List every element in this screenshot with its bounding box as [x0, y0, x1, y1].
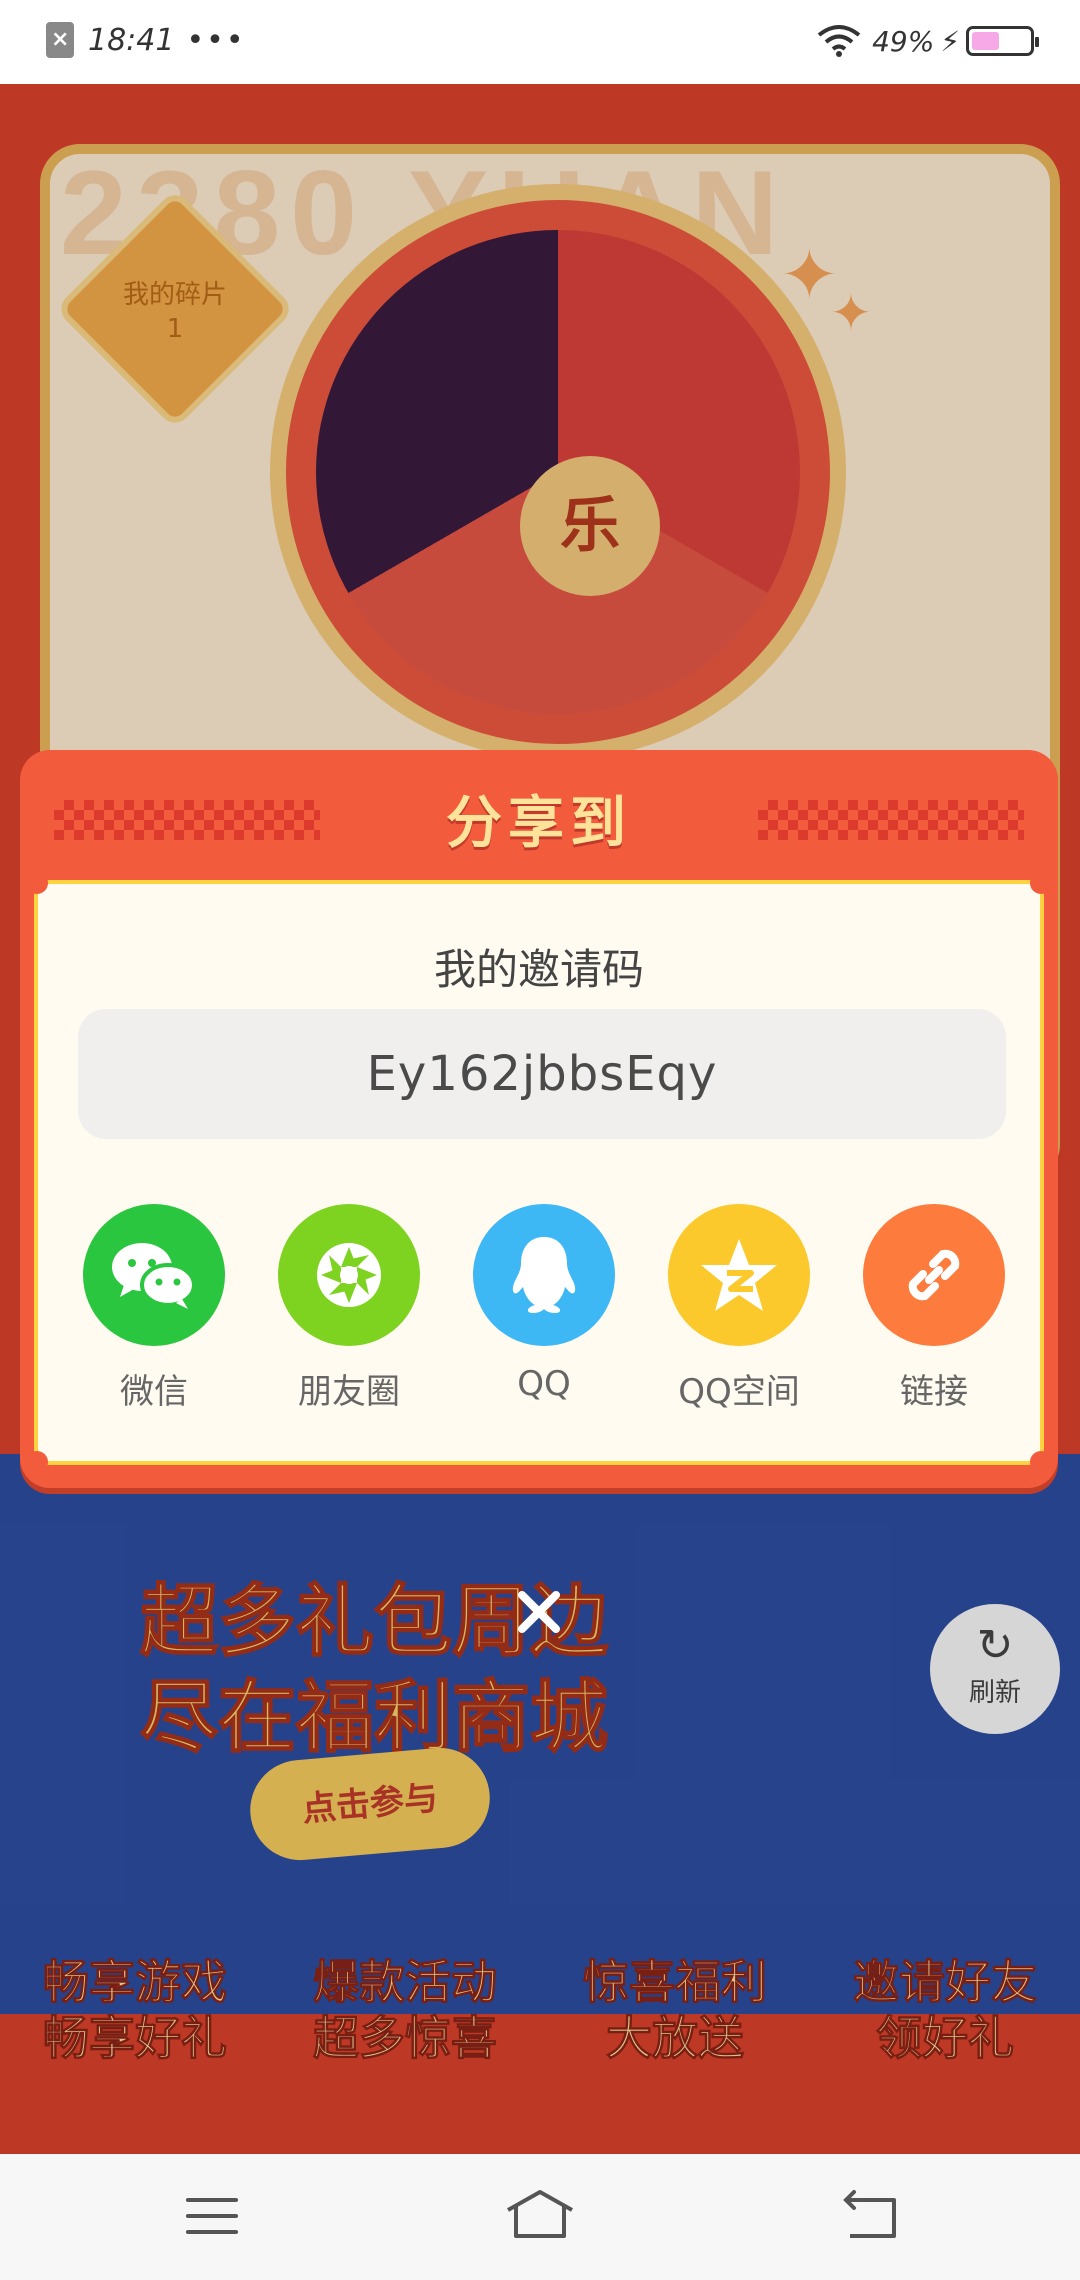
status-bar: 18:41 ••• 49% ⚡: [0, 0, 1080, 84]
wifi-icon: [817, 25, 861, 57]
menu-icon[interactable]: [182, 2186, 242, 2246]
moments-icon: [317, 1243, 381, 1307]
share-option-label: 微信: [120, 1372, 188, 1412]
battery-icon: [966, 26, 1039, 56]
share-option-link[interactable]: 链接: [854, 1204, 1014, 1413]
invite-code-field[interactable]: Ey162jbbsEqy: [78, 1009, 1006, 1139]
share-dialog: 分享到 我的邀请码 Ey162jbbsEqy 微信 朋友圈 QQ QQ空间 链接: [20, 750, 1058, 1488]
share-option-circle[interactable]: [668, 1204, 810, 1346]
share-option-label: QQ空间: [678, 1372, 800, 1412]
share-option-moments[interactable]: 朋友圈: [269, 1204, 429, 1413]
close-icon[interactable]: [512, 1585, 566, 1639]
battery-percent: 49%: [872, 24, 935, 58]
status-time: 18:41: [88, 22, 175, 58]
share-option-label: 朋友圈: [298, 1372, 400, 1412]
wechat-icon: [112, 1243, 196, 1309]
share-option-qzone[interactable]: QQ空间: [659, 1204, 819, 1413]
share-option-label: QQ: [517, 1364, 571, 1404]
share-card: 我的邀请码 Ey162jbbsEqy 微信 朋友圈 QQ QQ空间 链接: [26, 872, 1052, 1473]
share-option-qq[interactable]: QQ: [464, 1204, 624, 1413]
card-corner-notch: [26, 872, 48, 894]
status-more-dots: •••: [186, 22, 246, 58]
share-option-circle[interactable]: [278, 1204, 420, 1346]
share-option-label: 链接: [900, 1372, 968, 1412]
qzone-icon: [701, 1239, 777, 1311]
status-left: 18:41 •••: [46, 22, 246, 58]
share-dialog-title: 分享到: [446, 791, 632, 856]
card-corner-notch: [1030, 1451, 1052, 1473]
share-option-circle[interactable]: [83, 1204, 225, 1346]
share-option-circle[interactable]: [863, 1204, 1005, 1346]
battery-level-fill: [972, 32, 1000, 50]
home-icon[interactable]: [504, 2186, 576, 2246]
share-option-wechat[interactable]: 微信: [74, 1204, 234, 1413]
notification-icon: [46, 22, 74, 58]
qq-icon: [512, 1237, 576, 1313]
status-right: 49% ⚡: [816, 24, 1039, 58]
link-icon: [908, 1249, 960, 1301]
card-corner-notch: [1030, 872, 1052, 894]
charging-icon: ⚡: [940, 24, 960, 58]
card-corner-notch: [26, 1451, 48, 1473]
navigation-bar: [0, 2154, 1080, 2280]
invite-code-label: 我的邀请码: [433, 945, 644, 994]
back-icon[interactable]: [840, 2186, 900, 2246]
share-options: 微信 朋友圈 QQ QQ空间 链接: [74, 1204, 1014, 1413]
share-option-circle[interactable]: [473, 1204, 615, 1346]
